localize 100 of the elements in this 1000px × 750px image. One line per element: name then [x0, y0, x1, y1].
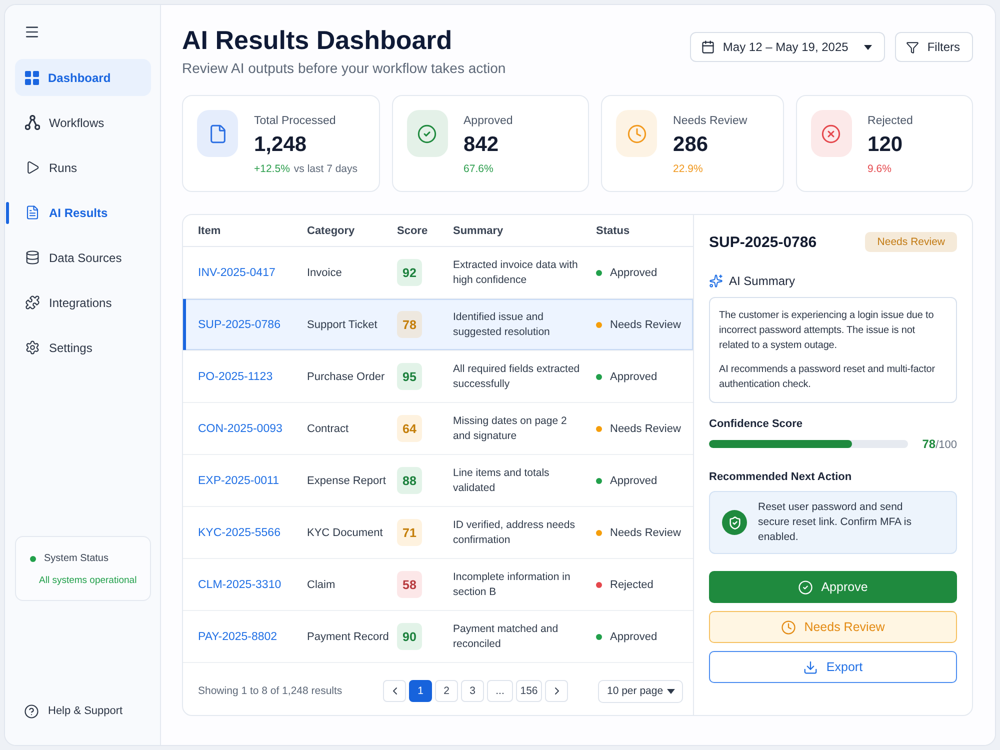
sidebar-item[interactable]: Data Sources: [6, 239, 151, 276]
help-link[interactable]: Help & Support: [24, 701, 123, 721]
stat-label: Needs Review: [673, 114, 748, 128]
nodes-icon: [25, 115, 40, 130]
page-button[interactable]: 1: [409, 680, 432, 702]
page-button[interactable]: ...: [487, 680, 513, 702]
check-circle-icon: [798, 580, 814, 594]
status-title: System Status: [44, 553, 108, 564]
summary-paragraph: AI recommends a password reset and multi-factor authentication check.: [719, 363, 936, 392]
approve-button[interactable]: Approve: [709, 571, 957, 603]
item-link[interactable]: KYC-2025-5566: [198, 526, 280, 538]
shield-icon: [722, 510, 747, 535]
summary-cell-text: Payment matched and reconciled: [453, 622, 560, 652]
score-badge: 71: [397, 519, 422, 546]
previous-page-button[interactable]: [383, 680, 406, 702]
sidebar-item[interactable]: Integrations: [6, 284, 151, 321]
summary-cell-text: ID verified, address needs confirmation: [453, 518, 576, 548]
item-link[interactable]: EXP-2025-0011: [198, 474, 279, 486]
score-badge: 58: [397, 571, 422, 598]
score-badge: 64: [397, 415, 422, 442]
stat-label: Total Processed: [254, 114, 337, 128]
score-badge: 95: [397, 363, 422, 390]
menu-button[interactable]: [24, 24, 40, 40]
summary-cell-text: Incomplete information in section B: [453, 570, 572, 600]
page-subtitle: Review AI outputs before your workflow takes action: [182, 59, 506, 77]
score-badge: 90: [397, 623, 422, 650]
status-badge: Needs Review: [865, 232, 957, 252]
column-header: Score: [397, 224, 429, 236]
summary-cell-text: Identified issue and suggested resolution: [453, 310, 551, 340]
play-icon: [25, 160, 40, 175]
sidebar-item[interactable]: Runs: [6, 149, 151, 186]
summary-cell: All required fields extracted successfully: [453, 362, 581, 392]
download-icon: [803, 660, 818, 674]
item-link[interactable]: SUP-2025-0786: [198, 318, 280, 330]
score-badge: 78: [397, 311, 422, 338]
calendar-icon: [700, 40, 715, 54]
filter-icon: [906, 40, 920, 54]
stat-delta: +12.5%: [254, 163, 290, 176]
page-button[interactable]: 2: [435, 680, 458, 702]
category-cell: Payment Record: [307, 630, 389, 642]
sidebar-item[interactable]: Settings: [6, 329, 151, 366]
grid-icon: [25, 70, 39, 84]
column-header: Category: [307, 224, 356, 236]
detail-title: SUP-2025-0786: [709, 234, 817, 250]
per-page-select[interactable]: 10 per page: [598, 680, 683, 702]
score-value: 78: [922, 437, 936, 451]
database-icon: [25, 250, 40, 265]
stat-delta: 22.9%: [673, 163, 703, 176]
document-icon: [25, 205, 40, 220]
date-range-button[interactable]: May 12 – May 19, 2025: [690, 32, 886, 62]
page-title: AI Results Dashboard: [182, 24, 454, 56]
menu-icon: [24, 24, 40, 40]
next-page-button[interactable]: [545, 680, 568, 702]
stat-value: 842: [464, 132, 500, 158]
summary-cell-text: Missing dates on page 2 and signature: [453, 414, 568, 444]
score-badge: 88: [397, 467, 422, 494]
status-label: Approved: [610, 474, 658, 486]
status-label: Approved: [610, 370, 658, 382]
section-title: Confidence Score: [709, 418, 804, 430]
settings-icon: [25, 340, 40, 355]
item-link[interactable]: PAY-2025-8802: [198, 630, 278, 642]
page-button[interactable]: 156: [516, 680, 542, 702]
export-button[interactable]: Export: [709, 651, 957, 683]
sidebar-item[interactable]: Workflows: [6, 104, 151, 141]
status-label: Needs Review: [610, 422, 681, 434]
category-cell: Support Ticket: [307, 318, 378, 330]
item-link[interactable]: PO-2025-1123: [198, 370, 273, 382]
puzzle-icon: [25, 295, 40, 310]
stat-delta: 67.6%: [464, 163, 494, 176]
item-link[interactable]: CON-2025-0093: [198, 422, 282, 434]
status-label: Needs Review: [610, 318, 681, 330]
item-link[interactable]: CLM-2025-3310: [198, 578, 282, 590]
summary-cell-text: Line items and totals validated: [453, 466, 550, 496]
category-cell: KYC Document: [307, 526, 383, 538]
score-max: /100: [936, 439, 957, 451]
filters-button[interactable]: Filters: [895, 32, 973, 62]
page-button[interactable]: 3: [461, 680, 484, 702]
stat-label: Rejected: [868, 114, 913, 128]
action-text: Reset user password and send secure reset link. Confirm MFA is enabled.: [758, 500, 912, 545]
stat-note: vs last 7 days: [294, 163, 358, 176]
status-label: Rejected: [610, 578, 654, 590]
stat-value: 286: [673, 132, 710, 158]
score-badge: 92: [397, 259, 422, 286]
sidebar-item[interactable]: AI Results: [6, 194, 151, 231]
stat-delta: 9.6%: [868, 163, 892, 176]
caret-icon: [864, 44, 872, 50]
section-title: AI Summary: [729, 274, 796, 288]
table-row[interactable]: SUP-2025-0786 Support Ticket 78 Identified issue and suggested resolution Needs Review: [183, 299, 693, 351]
clock-icon: [781, 620, 796, 634]
status-message: All systems operational: [39, 575, 137, 586]
summary-cell-text: Extracted invoice data with high confidence: [453, 258, 579, 288]
summary-paragraph: The customer is experiencing a login issue due to incorrect password attempts. The issue is not related to a system outage.: [719, 309, 935, 353]
sparkle-icon: [709, 274, 723, 288]
caret-icon: [667, 688, 675, 694]
column-header: Status: [596, 224, 631, 236]
column-header: Item: [198, 224, 222, 236]
category-cell: Expense Report: [307, 474, 386, 486]
item-link[interactable]: INV-2025-0417: [198, 266, 276, 278]
section-title: Recommended Next Action: [709, 471, 853, 483]
category-cell: Purchase Order: [307, 370, 385, 382]
